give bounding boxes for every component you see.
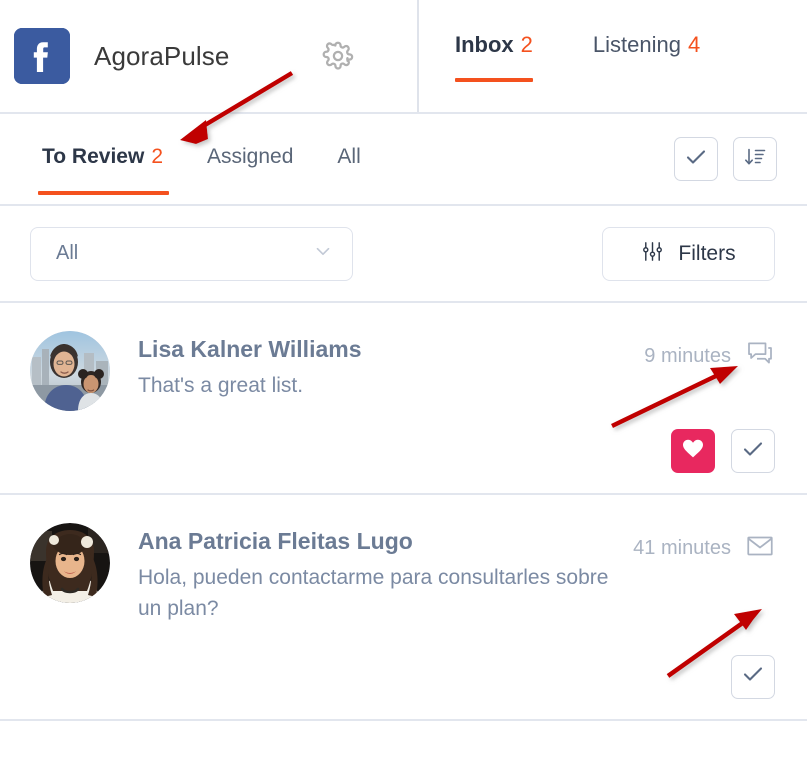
profile-name: AgoraPulse: [94, 40, 230, 71]
message-meta: 41 minutes: [633, 523, 775, 566]
chevron-down-icon: [312, 240, 334, 267]
review-check-button[interactable]: [731, 654, 775, 699]
subtabs-action-buttons: [674, 137, 777, 181]
review-check-button[interactable]: [731, 429, 775, 473]
check-icon: [741, 437, 765, 466]
tab-listening[interactable]: Listening 4: [593, 32, 700, 88]
filters-button[interactable]: Filters: [602, 226, 775, 281]
like-heart-button[interactable]: [671, 429, 715, 473]
message-header-row: Lisa Kalner Williams That's a great list…: [30, 331, 775, 411]
envelope-icon: [745, 531, 775, 566]
facebook-icon: [14, 28, 70, 84]
tab-listening-label: Listening: [592, 32, 681, 57]
message-author-name[interactable]: Ana Patricia Fleitas Lugo: [138, 527, 623, 556]
sidebar-item-to-review[interactable]: To Review 2: [38, 119, 169, 199]
message-timestamp: 9 minutes: [644, 345, 731, 367]
gear-icon[interactable]: [321, 39, 355, 73]
channel-select-value: All: [56, 242, 79, 264]
filter-bar: All Filters: [0, 206, 807, 301]
top-header-bar: AgoraPulse Inbox 2 Listening 4: [0, 0, 807, 112]
message-author-name[interactable]: Lisa Kalner Williams: [138, 335, 634, 364]
message-text: That's a great list.: [138, 373, 304, 397]
subtab-all-label: All: [337, 145, 361, 168]
inbox-subtabs-bar: To Review 2 Assigned All: [0, 114, 807, 204]
profile-identity-section: AgoraPulse: [0, 0, 417, 112]
comment-bubble-icon: [745, 339, 775, 374]
avatar[interactable]: [30, 523, 110, 603]
header-vertical-divider: [417, 0, 419, 112]
check-icon: [684, 145, 708, 174]
message-meta: 9 minutes: [644, 331, 775, 374]
tab-inbox-label: Inbox: [455, 32, 514, 57]
tab-inbox-count: 2: [520, 32, 533, 57]
sort-button[interactable]: [733, 137, 777, 181]
sidebar-item-assigned[interactable]: Assigned: [207, 119, 293, 199]
subtab-to-review-label: To Review: [42, 145, 145, 168]
list-item[interactable]: Lisa Kalner Williams That's a great list…: [0, 301, 807, 493]
message-action-buttons: [30, 654, 775, 699]
mark-all-reviewed-button[interactable]: [674, 137, 718, 181]
message-content: Ana Patricia Fleitas Lugo Hola, pueden c…: [138, 523, 623, 625]
message-action-buttons: [30, 429, 775, 473]
avatar[interactable]: [30, 331, 110, 411]
sidebar-item-all[interactable]: All: [337, 119, 360, 199]
tab-inbox[interactable]: Inbox 2: [455, 32, 533, 88]
agorapulse-inbox-screen: AgoraPulse Inbox 2 Listening 4 To Review 2: [0, 0, 807, 774]
message-header-row: Ana Patricia Fleitas Lugo Hola, pueden c…: [30, 523, 775, 625]
channel-select[interactable]: All: [30, 226, 353, 281]
sort-descending-icon: [743, 145, 767, 174]
subtab-assigned-label: Assigned: [207, 145, 294, 168]
sliders-icon: [641, 240, 664, 268]
message-content: Lisa Kalner Williams That's a great list…: [138, 331, 634, 401]
tab-listening-count: 4: [688, 32, 701, 57]
filters-button-label: Filters: [678, 241, 736, 265]
message-timestamp: 41 minutes: [633, 537, 731, 559]
main-tabs: Inbox 2 Listening 4: [417, 0, 807, 112]
heart-icon: [681, 437, 705, 466]
subtab-to-review-count: 2: [151, 145, 163, 168]
list-item[interactable]: Ana Patricia Fleitas Lugo Hola, pueden c…: [0, 493, 807, 719]
message-text: Hola, pueden contactarme para consultarl…: [138, 565, 609, 621]
list-bottom-divider: [0, 718, 807, 721]
check-icon: [741, 662, 765, 691]
